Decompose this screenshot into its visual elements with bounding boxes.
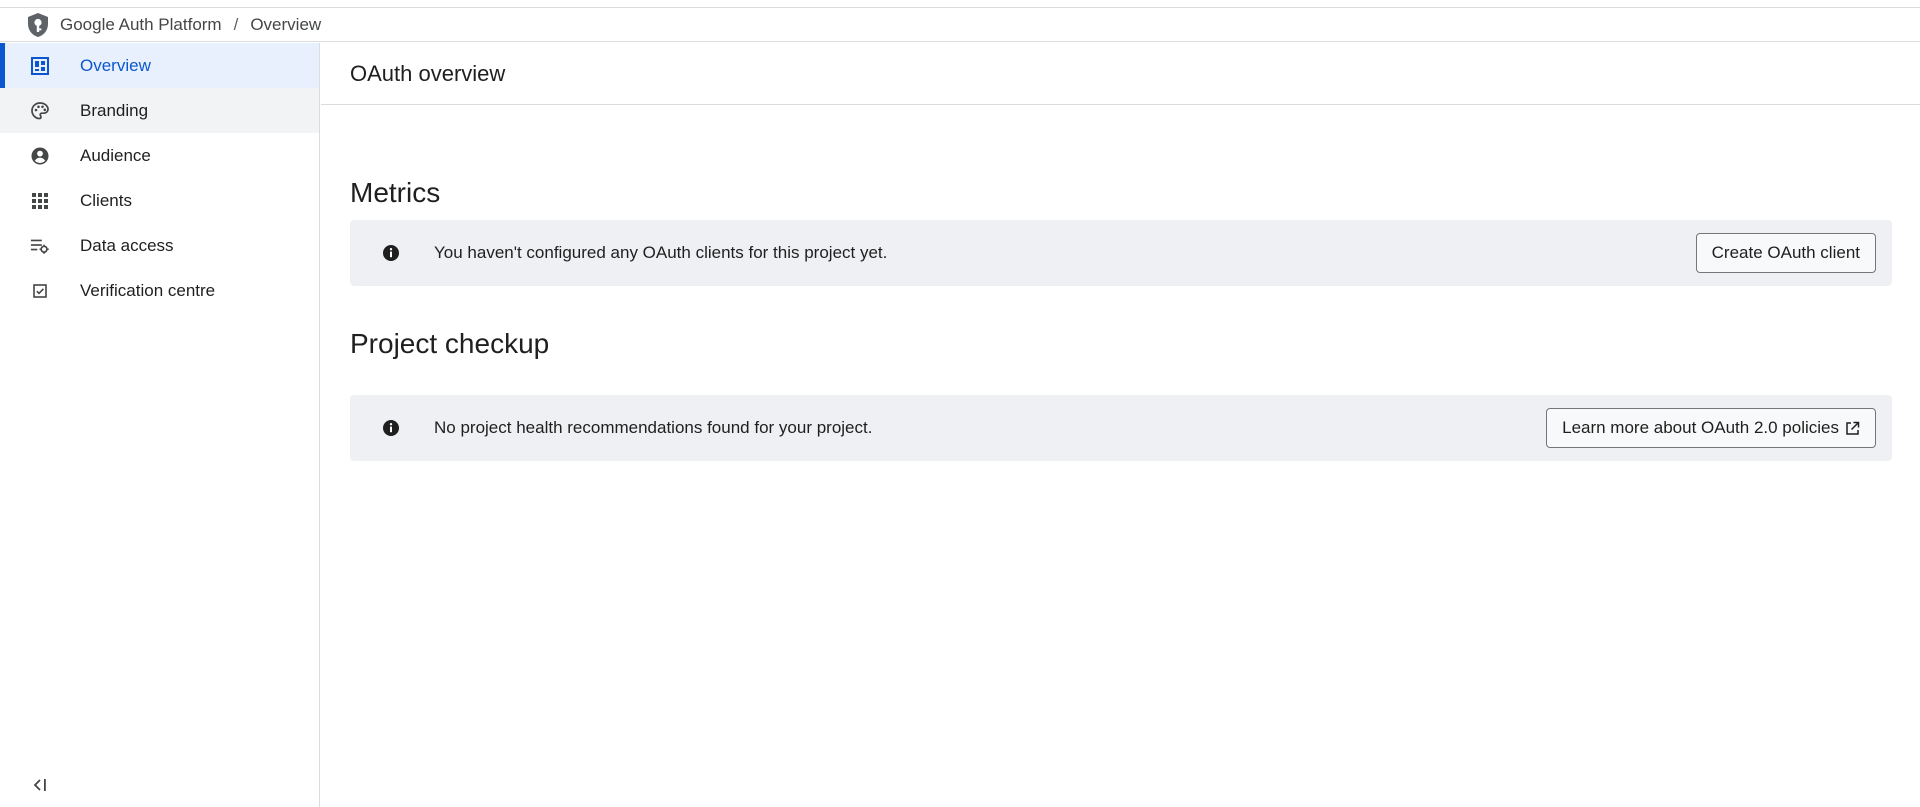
apps-grid-icon <box>30 191 50 211</box>
sidebar-item-label: Verification centre <box>80 280 216 300</box>
sidebar-item-label: Audience <box>80 145 151 165</box>
data-settings-icon <box>30 236 50 256</box>
sidebar-item-overview[interactable]: Overview <box>0 43 319 88</box>
sidebar-item-label: Branding <box>80 100 149 120</box>
breadcrumb-separator: / <box>233 14 239 34</box>
shield-key-icon <box>26 12 52 38</box>
sidebar-item-label: Data access <box>80 235 174 255</box>
sidebar-item-audience[interactable]: Audience <box>0 133 319 178</box>
palette-icon <box>30 101 50 121</box>
breadcrumb-current: Overview <box>250 14 322 34</box>
metrics-message: You haven't configured any OAuth clients… <box>434 243 888 262</box>
sidebar: Overview Branding Audience Clients Data … <box>0 43 320 807</box>
metrics-info-banner: You haven't configured any OAuth clients… <box>350 220 1892 286</box>
create-oauth-client-button[interactable]: Create OAuth client <box>1695 233 1876 273</box>
main-content: OAuth overview Metrics You haven't confi… <box>321 43 1920 807</box>
external-link-icon <box>1845 421 1860 436</box>
learn-more-label: Learn more about OAuth 2.0 policies <box>1562 418 1839 437</box>
checkbox-icon <box>30 281 50 301</box>
learn-more-oauth-policies-button[interactable]: Learn more about OAuth 2.0 policies <box>1546 408 1876 448</box>
sidebar-item-branding[interactable]: Branding <box>0 88 319 133</box>
dashboard-icon <box>30 56 50 76</box>
page-title: OAuth overview <box>350 60 506 86</box>
sidebar-item-verification-centre[interactable]: Verification centre <box>0 268 319 313</box>
sidebar-item-data-access[interactable]: Data access <box>0 223 319 268</box>
sidebar-item-label: Clients <box>80 190 132 210</box>
info-icon <box>382 243 402 263</box>
page-title-bar: OAuth overview <box>321 43 1920 105</box>
sidebar-item-label: Overview <box>80 55 151 75</box>
info-icon <box>382 418 402 438</box>
sidebar-item-clients[interactable]: Clients <box>0 178 319 223</box>
app-header: Google Auth Platform / Overview <box>0 8 1920 42</box>
checkup-message: No project health recommendations found … <box>434 418 873 437</box>
project-checkup-heading: Project checkup <box>350 328 550 359</box>
metrics-heading: Metrics <box>350 177 441 208</box>
breadcrumb-root[interactable]: Google Auth Platform <box>60 15 222 35</box>
account-circle-icon <box>30 146 50 166</box>
checkup-info-banner: No project health recommendations found … <box>350 395 1892 461</box>
collapse-sidebar-icon[interactable] <box>30 775 50 795</box>
